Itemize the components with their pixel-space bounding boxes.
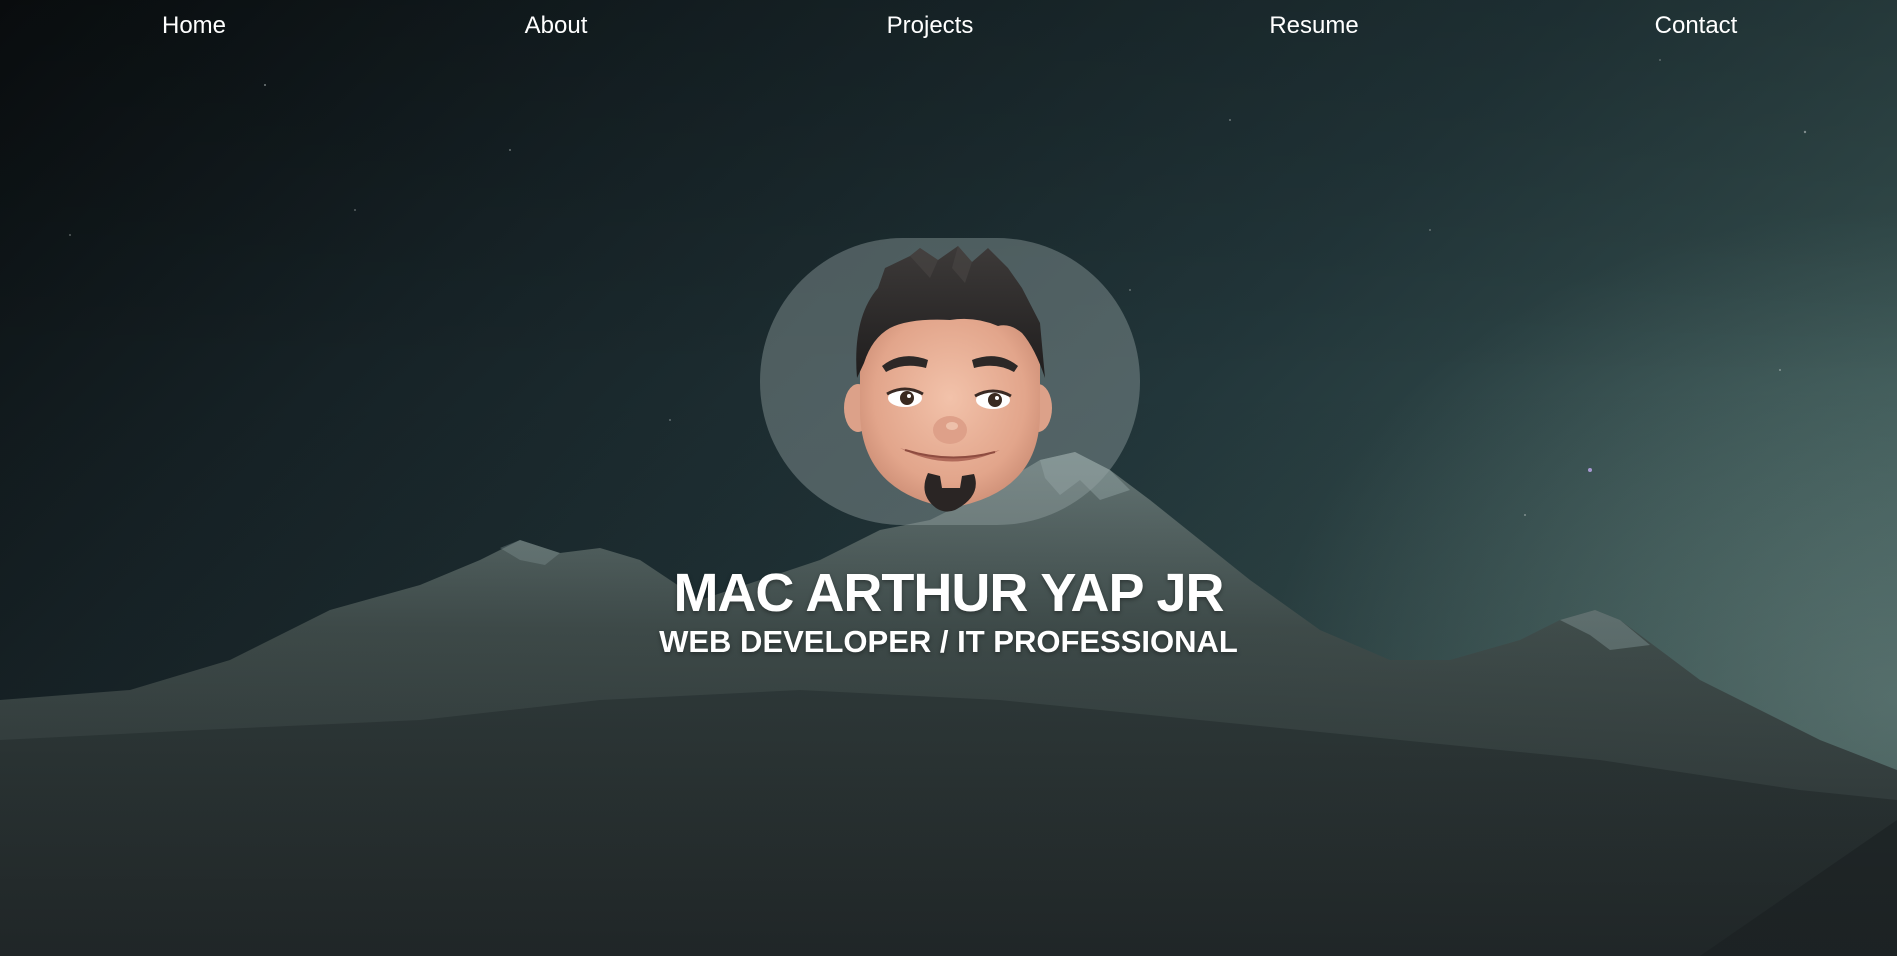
nav-contact[interactable]: Contact xyxy=(1655,12,1738,40)
avatar xyxy=(760,238,1140,525)
nav-resume[interactable]: Resume xyxy=(1269,12,1358,40)
nav-about[interactable]: About xyxy=(525,12,588,40)
nav-home[interactable]: Home xyxy=(162,12,226,40)
top-nav: Home About Projects Resume Contact xyxy=(0,0,1897,60)
hero-name: MAC ARTHUR YAP JR xyxy=(673,563,1224,623)
hero-role: WEB DEVELOPER / IT PROFESSIONAL xyxy=(659,624,1238,659)
memoji-avatar-icon xyxy=(844,246,1052,512)
nav-projects[interactable]: Projects xyxy=(887,12,974,40)
